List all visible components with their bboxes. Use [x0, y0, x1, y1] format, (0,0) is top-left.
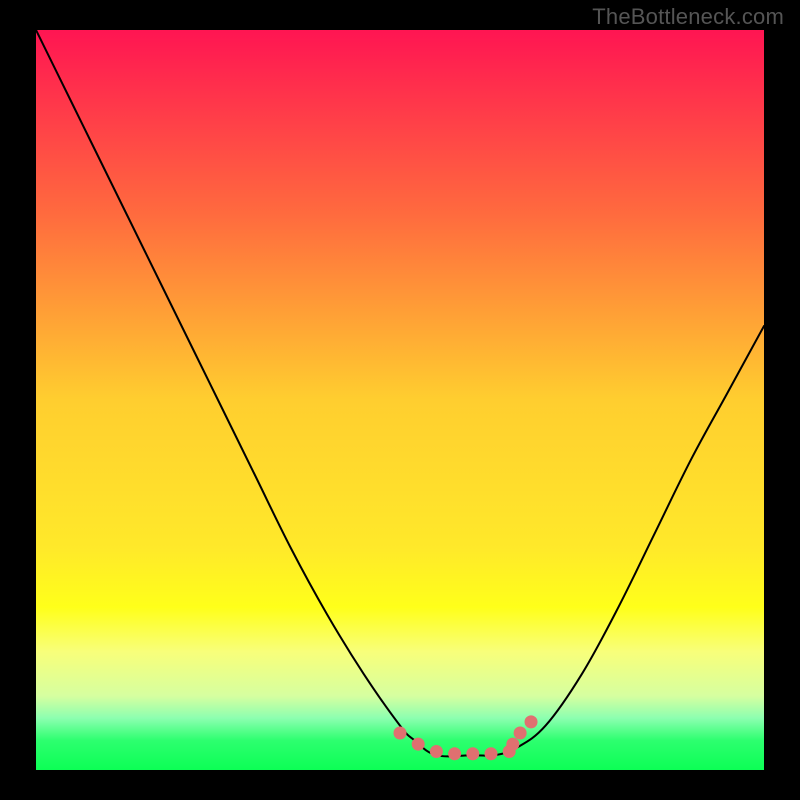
chart-frame: TheBottleneck.com [0, 0, 800, 800]
bottleneck-curve [36, 30, 764, 756]
curve-overlay [0, 0, 800, 800]
flat-minimum-marker [394, 715, 538, 760]
watermark: TheBottleneck.com [592, 4, 784, 30]
